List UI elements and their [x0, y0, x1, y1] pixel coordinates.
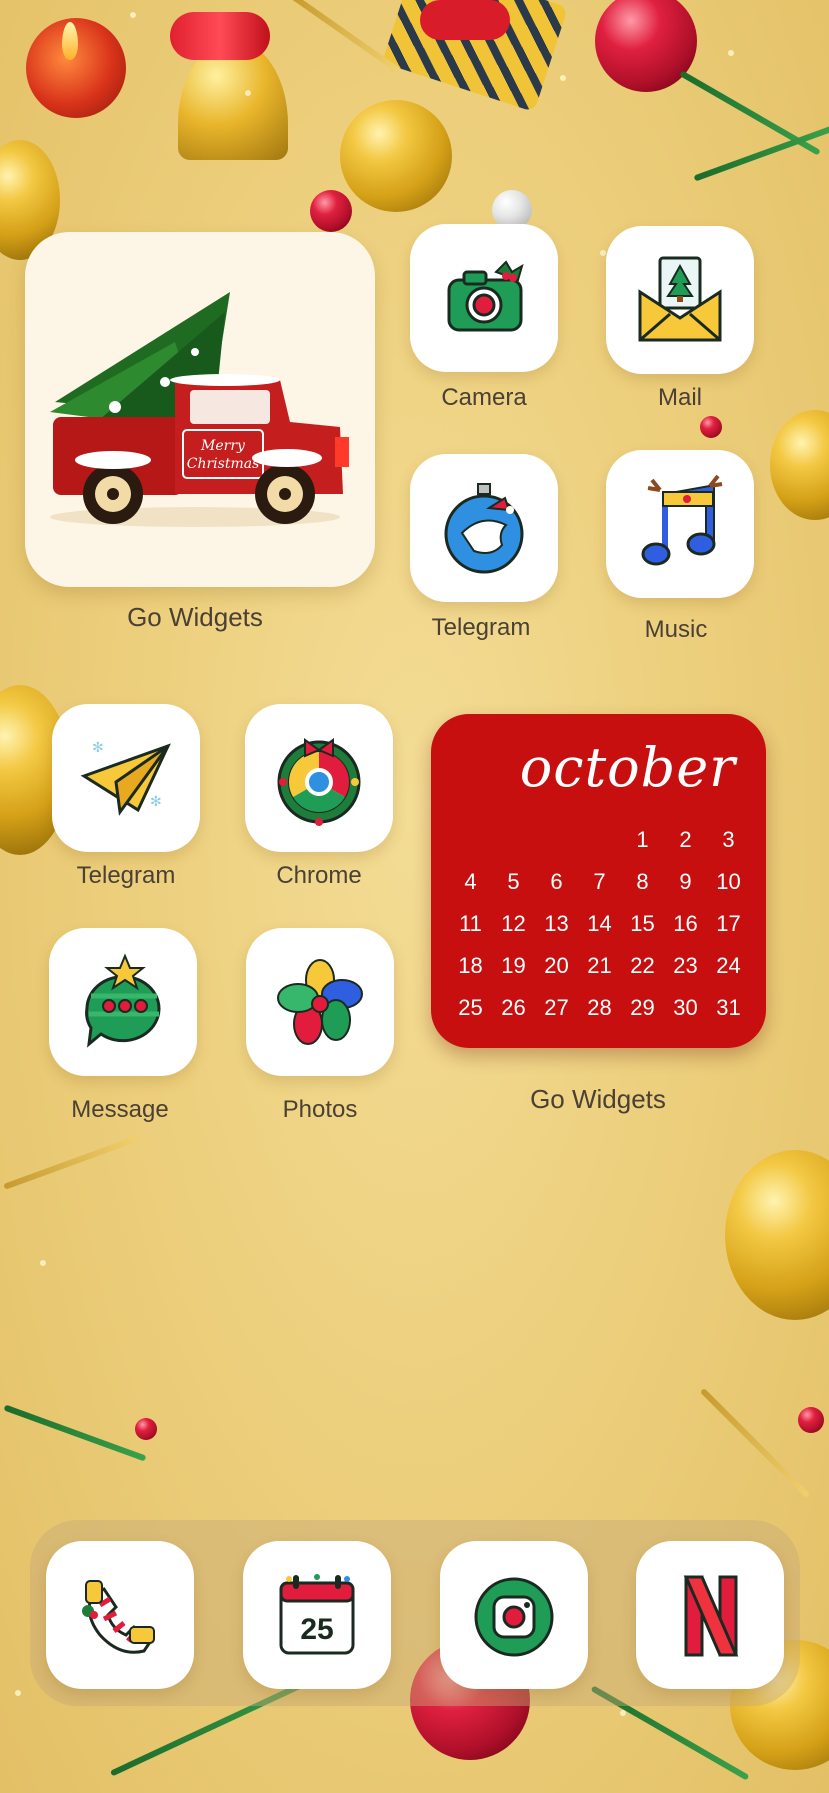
netflix-n-icon: [683, 1575, 739, 1657]
camera-app-icon[interactable]: [410, 224, 558, 372]
red-ornament-icon: [135, 1418, 157, 1440]
phone-app-icon[interactable]: [46, 1541, 194, 1689]
calendar-day: 8: [636, 869, 649, 894]
calendar-grid: 1 2 3 4 5 6 7 8 9 10 11 12 13 14 15 16 17 18 19 20 21 22 23 24 2…: [449, 826, 749, 1022]
message-app-icon[interactable]: [49, 928, 197, 1076]
gold-branch-icon: [3, 1136, 137, 1190]
calendar-widget[interactable]: october 1 2 3 4 5 6 7 8 9 10 11 12 13 14 15 16 17 18 19 20 2…: [431, 714, 766, 1048]
photos-app-icon[interactable]: [246, 928, 394, 1076]
svg-text:✻: ✻: [92, 739, 104, 755]
calendar-day: 17: [716, 911, 741, 936]
candy-cane-phone-icon: [82, 1580, 155, 1654]
calendar-day: 12: [501, 911, 526, 936]
calendar-day: 23: [673, 953, 698, 978]
calendar-day: 14: [587, 911, 612, 936]
gift-ribbon-icon: [420, 0, 510, 40]
calendar-day: 10: [716, 869, 741, 894]
pine-branch-icon: [693, 124, 829, 182]
calendar-day: 26: [501, 995, 526, 1020]
telegram-label-1: Telegram: [431, 614, 531, 641]
telegram-ornament-icon: [444, 483, 524, 574]
gold-branch-icon: [290, 0, 400, 73]
photos-pinwheel-icon: [277, 959, 363, 1045]
music-label: Music: [644, 616, 708, 643]
calendar-day: 2: [679, 827, 692, 852]
music-app-icon[interactable]: [606, 450, 754, 598]
paper-plane-icon: ✻ ✻: [80, 739, 171, 816]
calendar-day-empty: [449, 826, 492, 854]
mail-app-icon[interactable]: [606, 226, 754, 374]
calendar-widget-label: Go Widgets: [530, 1084, 666, 1114]
calendar-day: 19: [501, 953, 526, 978]
calendar-day: 20: [544, 953, 569, 978]
pine-branch-icon: [3, 1404, 147, 1462]
calendar-month: october: [519, 736, 736, 799]
christmas-truck-icon: Merry Christmas: [50, 292, 349, 527]
calendar-day: 16: [673, 911, 698, 936]
calendar-day: 9: [679, 869, 692, 894]
photos-label: Photos: [282, 1096, 358, 1123]
calendar-day-empty: [578, 826, 621, 854]
telegram-app-icon[interactable]: [410, 454, 558, 602]
calendar-day: 22: [630, 953, 655, 978]
calendar-day: 7: [593, 869, 606, 894]
red-ornament-icon: [700, 416, 722, 438]
chrome-wreath-icon: [277, 738, 361, 826]
red-ornament-icon: [595, 0, 697, 92]
candle-flame-icon: [62, 22, 78, 60]
calendar-day: 4: [464, 869, 477, 894]
calendar-app-icon[interactable]: 25: [243, 1541, 391, 1689]
gold-ornament-icon: [770, 410, 829, 520]
christmas-camera-icon: [447, 260, 524, 332]
calendar-day: 25: [458, 995, 483, 1020]
calendar-day: 13: [544, 911, 569, 936]
calendar-day: 6: [550, 869, 563, 894]
calendar-day: 29: [630, 995, 655, 1020]
calendar-day: 3: [722, 827, 735, 852]
svg-text:✻: ✻: [150, 793, 162, 809]
bow-icon: [170, 12, 270, 60]
instagram-app-icon[interactable]: [440, 1541, 588, 1689]
telegram-label-2: Telegram: [76, 862, 176, 889]
calendar-day-empty: [535, 826, 578, 854]
calendar-day: 1: [636, 827, 649, 852]
calendar-day: 21: [587, 953, 612, 978]
message-bubble-icon: [85, 953, 161, 1048]
calendar-day: 24: [716, 953, 741, 978]
calendar-day: 27: [544, 995, 569, 1020]
calendar-day-empty: [492, 826, 535, 854]
calendar-day: 5: [507, 869, 520, 894]
calendar-day: 15: [630, 911, 655, 936]
netflix-app-icon[interactable]: [636, 1541, 784, 1689]
instagram-ornament-icon: [474, 1577, 554, 1657]
truck-widget[interactable]: Merry Christmas: [25, 232, 375, 587]
calendar-day: 30: [673, 995, 698, 1020]
chrome-app-icon[interactable]: [245, 704, 393, 852]
gold-branch-icon: [699, 1387, 811, 1499]
telegram-plane-app-icon[interactable]: ✻ ✻: [52, 704, 200, 852]
gold-ornament-icon: [725, 1150, 829, 1320]
mail-label: Mail: [657, 384, 702, 411]
red-ornament-icon: [310, 190, 352, 232]
truck-widget-label: Go Widgets: [127, 602, 263, 632]
calendar-day: 31: [716, 995, 741, 1020]
truck-sign-text-1: Merry: [200, 438, 246, 454]
gold-ornament-icon: [340, 100, 452, 212]
red-ornament-icon: [798, 1407, 824, 1433]
calendar-day: 11: [459, 911, 482, 936]
calendar-day: 28: [587, 995, 612, 1020]
reindeer-music-note-icon: [641, 474, 723, 566]
chrome-label: Chrome: [276, 862, 362, 889]
camera-label: Camera: [441, 384, 527, 411]
message-label: Message: [71, 1096, 169, 1123]
calendar-day: 18: [458, 953, 483, 978]
truck-sign-text-2: Christmas: [187, 456, 260, 472]
christmas-mail-icon: [638, 256, 722, 342]
calendar-day-number: 25: [300, 1613, 333, 1646]
calendar-page-icon: 25: [279, 1574, 355, 1655]
